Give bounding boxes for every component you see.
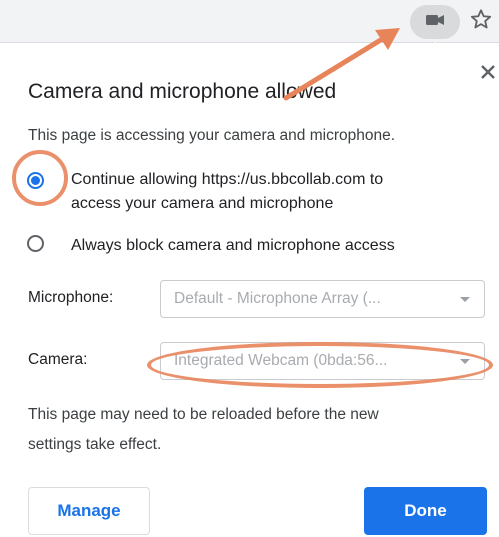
manage-button[interactable]: Manage <box>28 487 150 535</box>
close-button[interactable] <box>477 63 499 85</box>
video-camera-icon <box>426 13 444 31</box>
annotation-ellipse <box>147 342 493 388</box>
close-icon <box>481 64 495 84</box>
microphone-select[interactable]: Default - Microphone Array (... <box>160 280 485 318</box>
radio-option-label: Always block camera and microphone acces… <box>71 237 395 254</box>
browser-toolbar <box>0 0 499 43</box>
microphone-select-value: Default - Microphone Array (... <box>174 290 381 307</box>
done-button[interactable]: Done <box>364 487 487 535</box>
reload-notice: This page may need to be reloaded before… <box>28 406 379 453</box>
radio-option-continue-allowing[interactable]: Continue allowing https://us.bbcollab.co… <box>27 171 383 216</box>
star-outline-icon <box>470 8 492 35</box>
dialog-description: This page is accessing your camera and m… <box>28 127 396 144</box>
camera-indicator-button[interactable] <box>410 5 460 39</box>
radio-button-unchecked[interactable] <box>27 235 44 252</box>
bubble-pointer <box>425 42 445 52</box>
chevron-down-icon <box>460 297 470 302</box>
radio-option-label: Continue allowing https://us.bbcollab.co… <box>71 171 384 212</box>
camera-label: Camera: <box>28 351 88 368</box>
annotation-arrow-icon <box>283 28 400 101</box>
bookmark-star-button[interactable] <box>468 8 494 35</box>
microphone-label: Microphone: <box>28 289 114 306</box>
radio-option-always-block[interactable]: Always block camera and microphone acces… <box>27 235 395 258</box>
annotation-circle <box>12 150 68 206</box>
